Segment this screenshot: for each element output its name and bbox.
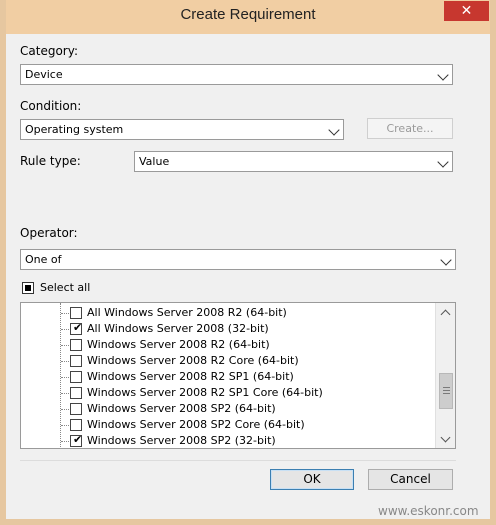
tree-branch-line — [61, 329, 69, 330]
tree-branch-line — [61, 313, 69, 314]
list-item[interactable]: Windows Server 2008 R2 SP1 (64-bit) — [21, 369, 431, 385]
scroll-up-icon[interactable] — [440, 309, 451, 320]
condition-value: Operating system — [25, 123, 124, 136]
os-checkbox[interactable] — [70, 355, 82, 367]
category-dropdown[interactable]: Device — [20, 64, 453, 85]
os-checkbox[interactable] — [70, 339, 82, 351]
os-item-label: Windows Server 2008 R2 SP1 Core (64-bit) — [87, 386, 323, 399]
button-separator — [20, 460, 456, 461]
grip-line-icon — [443, 390, 450, 391]
window-title: Create Requirement — [180, 6, 316, 23]
tree-branch-line — [61, 361, 69, 362]
checkmark-icon: ✔ — [73, 433, 83, 446]
condition-dropdown[interactable]: Operating system — [20, 119, 344, 140]
rule-type-label: Rule type: — [20, 154, 81, 168]
rule-type-value: Value — [139, 155, 170, 168]
checkmark-icon: ✔ — [73, 321, 83, 334]
select-all-label[interactable]: Select all — [40, 281, 90, 294]
rule-type-dropdown[interactable]: Value — [134, 151, 453, 172]
category-value: Device — [25, 68, 63, 81]
vertical-scrollbar[interactable] — [435, 303, 455, 448]
list-item[interactable]: Windows Server 2008 R2 SP1 Core (64-bit) — [21, 385, 431, 401]
list-item[interactable]: Windows Server 2008 R2 Core (64-bit) — [21, 353, 431, 369]
list-item[interactable]: Windows Server 2008 SP2 Core (64-bit) — [21, 417, 431, 433]
scroll-thumb[interactable] — [439, 373, 453, 409]
list-item[interactable]: All Windows Server 2008 R2 (64-bit) — [21, 305, 431, 321]
list-item[interactable]: Windows Server 2008 SP2 (64-bit) — [21, 401, 431, 417]
chevron-down-icon — [440, 254, 452, 266]
chevron-down-icon — [328, 124, 340, 136]
indeterminate-mark-icon — [25, 285, 31, 291]
scroll-down-icon[interactable] — [440, 432, 451, 443]
os-item-label: Windows Server 2008 R2 SP1 (64-bit) — [87, 370, 294, 383]
tree-branch-line — [61, 441, 69, 442]
tree-branch-line — [61, 377, 69, 378]
category-label: Category: — [20, 44, 78, 58]
operator-label: Operator: — [20, 226, 78, 240]
os-checkbox[interactable]: ✔ — [70, 433, 83, 447]
grip-line-icon — [443, 387, 450, 388]
os-item-label: All Windows Server 2008 R2 (64-bit) — [87, 306, 287, 319]
list-item[interactable]: ✔ All Windows Server 2008 (32-bit) — [21, 321, 431, 337]
window-border-bottom — [0, 519, 496, 525]
watermark-text: www.eskonr.com — [378, 504, 479, 518]
os-item-label: Windows Server 2008 SP2 (32-bit) — [87, 434, 276, 447]
create-button[interactable]: Create... — [367, 118, 453, 139]
condition-label: Condition: — [20, 99, 82, 113]
select-all-checkbox[interactable] — [22, 282, 34, 294]
close-icon[interactable]: ✕ — [444, 1, 489, 21]
tree-branch-line — [61, 409, 69, 410]
chevron-down-icon — [437, 69, 449, 81]
operator-dropdown[interactable]: One of — [20, 249, 456, 270]
cancel-button[interactable]: Cancel — [368, 469, 453, 490]
os-checkbox[interactable]: ✔ — [70, 321, 83, 335]
os-list[interactable]: All Windows Server 2008 R2 (64-bit) ✔ All … — [20, 302, 456, 449]
window-border-right — [490, 0, 496, 525]
list-item[interactable]: ✔ Windows Server 2008 SP2 (32-bit) — [21, 433, 431, 448]
os-item-label: Windows Server 2008 R2 (64-bit) — [87, 338, 270, 351]
os-item-label: Windows Server 2008 R2 Core (64-bit) — [87, 354, 299, 367]
chevron-down-icon — [437, 156, 449, 168]
os-checkbox[interactable] — [70, 307, 82, 319]
os-item-label: Windows Server 2008 SP2 (64-bit) — [87, 402, 276, 415]
os-checkbox[interactable] — [70, 419, 82, 431]
grip-line-icon — [443, 393, 450, 394]
os-checkbox[interactable] — [70, 371, 82, 383]
os-item-label: Windows Server 2008 SP2 Core (64-bit) — [87, 418, 305, 431]
tree-branch-line — [61, 393, 69, 394]
os-checkbox[interactable] — [70, 387, 82, 399]
list-item[interactable]: Windows Server 2008 R2 (64-bit) — [21, 337, 431, 353]
os-checkbox[interactable] — [70, 403, 82, 415]
ok-button[interactable]: OK — [270, 469, 354, 490]
operator-value: One of — [25, 253, 62, 266]
os-item-label: All Windows Server 2008 (32-bit) — [87, 322, 269, 335]
tree-branch-line — [61, 425, 69, 426]
tree-branch-line — [61, 345, 69, 346]
